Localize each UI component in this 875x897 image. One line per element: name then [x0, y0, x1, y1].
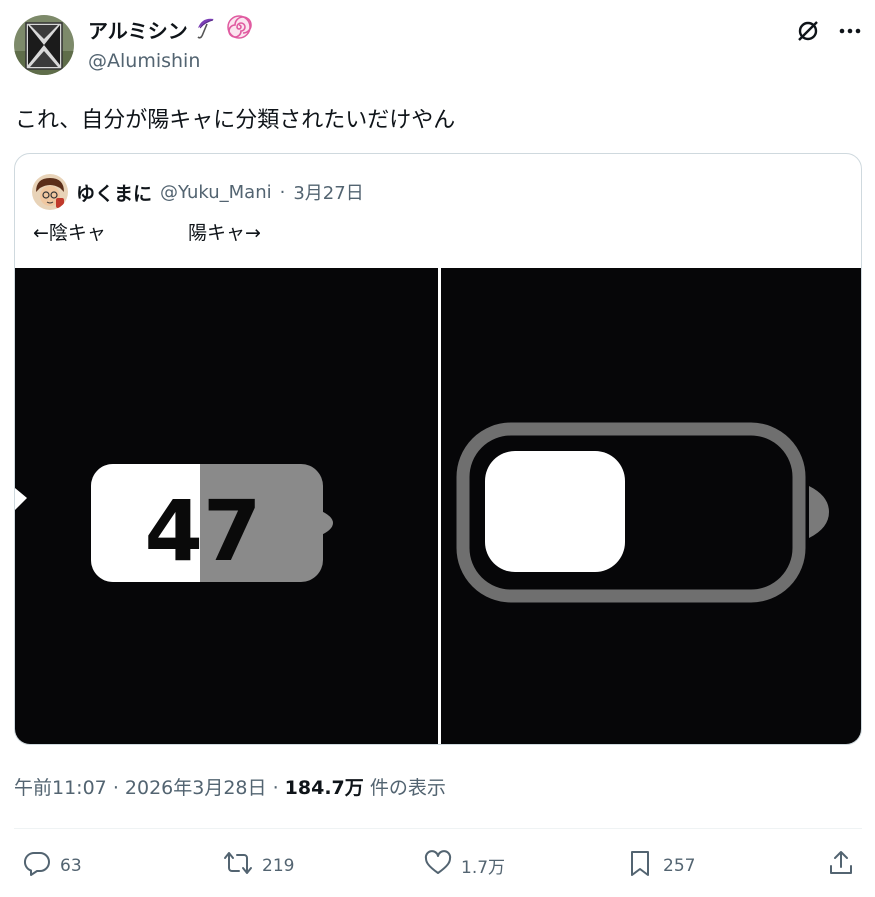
divider — [14, 828, 862, 829]
tweet-meta: 午前11:07 · 2026年3月28日 · 184.7万 件の表示 — [14, 773, 446, 800]
quote-text-right: 陽キャ→ — [188, 222, 261, 244]
battery-number: 47 — [145, 482, 262, 580]
author-avatar[interactable] — [14, 15, 74, 75]
quote-media[interactable]: 47 — [15, 268, 861, 744]
retweet-icon — [222, 848, 254, 883]
quote-display-name[interactable]: ゆくまに — [76, 179, 152, 206]
retweet-button[interactable]: 219 — [222, 848, 294, 883]
bookmark-icon — [625, 848, 655, 883]
media-left-panel[interactable]: 47 — [15, 268, 438, 744]
umbrella-emoji-icon — [194, 14, 220, 44]
quote-date[interactable]: 3月27日 — [293, 179, 363, 205]
author-display-name[interactable]: アルミシン — [88, 15, 188, 44]
meta-separator: · — [272, 777, 279, 799]
quote-handle[interactable]: @Yuku_Mani — [160, 182, 272, 203]
like-count: 1.7万 — [461, 858, 506, 878]
quote-tweet-card[interactable]: ゆくまに @Yuku_Mani · 3月27日 ←陰キャ 陽キャ→ 47 — [14, 153, 862, 745]
tweet-text: これ、自分が陽キャに分類されたいだけやん — [15, 108, 456, 133]
more-icon[interactable] — [835, 16, 865, 46]
grok-icon[interactable] — [793, 16, 823, 46]
author-handle[interactable]: @Alumishin — [88, 50, 200, 72]
reply-icon — [22, 848, 52, 883]
media-right-panel[interactable] — [441, 268, 861, 744]
quote-text-left: ←陰キャ — [33, 222, 106, 244]
meta-separator: · — [112, 777, 119, 799]
battery-block — [485, 451, 625, 572]
tweet-date[interactable]: 2026年3月28日 — [125, 777, 267, 799]
quote-avatar[interactable] — [32, 174, 68, 210]
swirl-emoji-icon — [226, 14, 252, 44]
view-count: 184.7万 — [284, 777, 364, 799]
tweet-time[interactable]: 午前11:07 — [14, 777, 107, 799]
author-name-row: アルミシン — [88, 14, 252, 44]
like-button[interactable]: 1.7万 — [423, 848, 505, 883]
quote-separator: · — [279, 181, 286, 203]
bookmark-count: 257 — [663, 855, 696, 876]
like-icon — [423, 848, 453, 883]
quote-header: ゆくまに @Yuku_Mani · 3月27日 — [32, 174, 364, 210]
bookmark-button[interactable]: 257 — [625, 848, 695, 883]
retweet-count: 219 — [262, 855, 295, 876]
reply-count: 63 — [60, 855, 82, 876]
reply-button[interactable]: 63 — [22, 848, 82, 883]
view-label: 件の表示 — [369, 777, 446, 799]
share-button[interactable] — [826, 848, 856, 883]
share-icon — [826, 848, 856, 883]
